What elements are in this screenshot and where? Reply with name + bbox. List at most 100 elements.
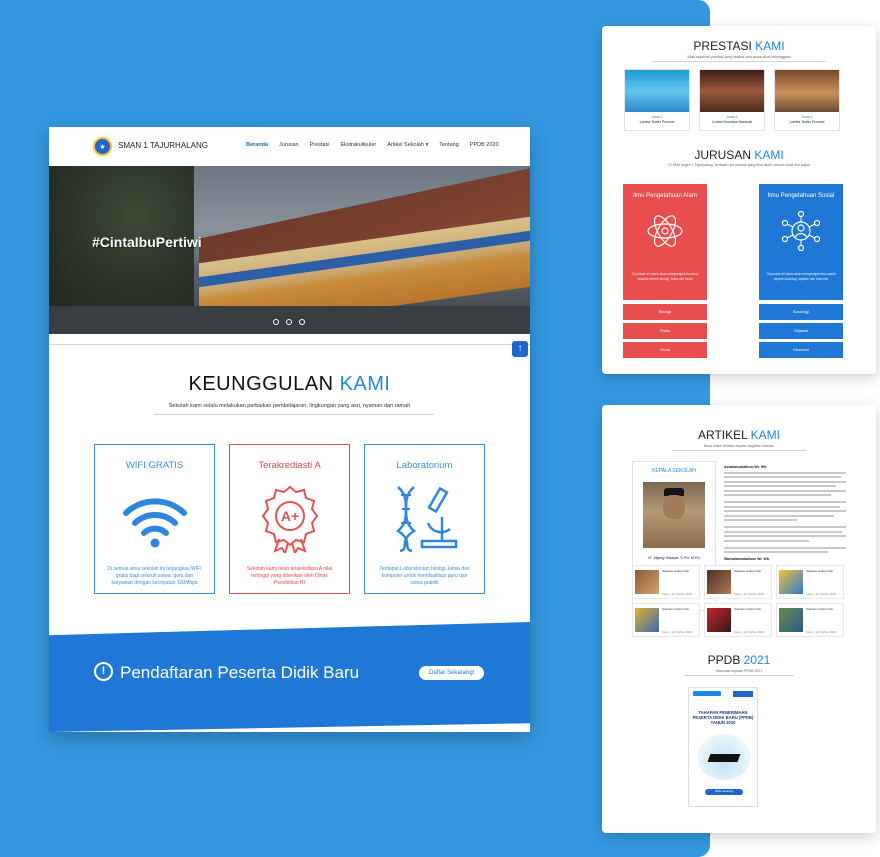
carousel-dot-1[interactable] xyxy=(273,319,279,325)
article-title: Sebelum kalian tahu xyxy=(734,607,762,611)
jurusan-ipa-card[interactable]: Ilmu Pengetahuan Alam Di jurusan ini kam… xyxy=(623,184,707,300)
prestasi-rank: Juara 1 xyxy=(651,115,663,119)
article-title: Sebelum kalian tahu xyxy=(734,569,762,573)
article-item[interactable]: Sebelum kalian tahu Kamis, 12 Oktober 20… xyxy=(632,565,700,599)
ppdb-title: PPDB 2021 xyxy=(602,653,876,667)
article-item[interactable]: Sebelum kalian tahu Kamis, 12 Oktober 20… xyxy=(776,603,844,637)
nav-item-artikel[interactable]: Artikel Sekolah ▾ xyxy=(387,142,428,148)
text-line xyxy=(724,485,837,487)
keunggulan-subtitle: Sekolah kami selalu melakukan perbaikan … xyxy=(168,403,411,409)
article-thumb xyxy=(779,608,803,632)
keunggulan-underline xyxy=(154,414,434,415)
atom-icon xyxy=(647,215,683,247)
kepala-closing: Wassalamualaikum Wr. Wb. xyxy=(724,557,770,561)
artikel-title: ARTIKEL KAMI xyxy=(602,428,876,442)
feature-title: Terakrediasti A xyxy=(258,460,321,471)
prestasi-title-b: KAMI xyxy=(755,39,785,53)
article-item[interactable]: Sebelum kalian tahu Kamis, 12 Oktober 20… xyxy=(704,565,772,599)
scroll-top-button[interactable]: ↑ xyxy=(512,341,528,357)
kepala-greeting: Assalamualaikum Wr. Wb. xyxy=(724,465,768,469)
prestasi-item[interactable]: Juara 1 Lomba Teater Provinsi xyxy=(624,69,690,131)
hero-carousel[interactable]: #CintaIbuPertiwi xyxy=(49,166,530,334)
wifi-icon xyxy=(122,498,187,548)
poster-header-right xyxy=(733,691,753,697)
jurusan-title-b: KAMI xyxy=(754,148,784,162)
article-meta: Kamis, 12 Oktober 2020 xyxy=(806,592,837,596)
hero-hashtag: #CintaIbuPertiwi xyxy=(92,234,202,250)
prestasi-title-a: PRESTASI xyxy=(693,39,756,53)
artikel-underline xyxy=(672,450,806,451)
article-item[interactable]: Sebelum kalian tahu Kamis, 12 Oktober 20… xyxy=(776,565,844,599)
feature-desc: Terdapat Laboratorium biologi, kimia dan… xyxy=(379,566,470,586)
nav-item-ekstrakulikuler[interactable]: Ekstrakulikuler xyxy=(340,142,376,148)
kepala-message: Assalamualaikum Wr. Wb. Wassalamualaikum… xyxy=(724,465,846,561)
feature-title: Laboratorium xyxy=(396,460,453,471)
ppdb-poster[interactable]: TAHAPAN PENERIMAAN PESERTA DIDIK BARU (P… xyxy=(688,687,758,807)
text-line xyxy=(724,476,842,478)
register-button[interactable]: Daftar Sekarang! xyxy=(419,666,485,680)
subject-button-sejarah[interactable]: Sejarah xyxy=(759,323,843,339)
prestasi-rank: Juara 1 xyxy=(801,115,813,119)
artikel-title-b: KAMI xyxy=(750,428,781,442)
prestasi-item[interactable]: Juara 1 Lomba Drumline Nasional xyxy=(699,69,765,131)
prestasi-event: Lomba Teater Provinsi xyxy=(639,120,675,124)
article-item[interactable]: Sebelum kalian tahu Kamis, 12 Oktober 20… xyxy=(632,603,700,637)
kepala-photo xyxy=(643,482,705,548)
subject-button-ekonomi[interactable]: Ekonomi xyxy=(759,342,843,358)
text-line xyxy=(724,530,843,533)
feature-card-wifi: WIFI GRATIS Di semua area sekolah ini te… xyxy=(94,444,215,594)
prestasi-item[interactable]: Juara 1 Lomba Teater Provinsi xyxy=(774,69,840,131)
prestasi-photo xyxy=(700,70,764,112)
prestasi-subtitle: Kilas sejumlah prestasi yang didapat ole… xyxy=(687,55,791,59)
prestasi-jurusan-card: PRESTASI KAMI Kilas sejumlah prestasi ya… xyxy=(602,26,876,374)
article-title: Sebelum kalian tahu xyxy=(806,607,834,611)
school-logo-icon[interactable]: ★ xyxy=(93,137,112,156)
text-line xyxy=(724,510,846,512)
text-line xyxy=(724,480,846,483)
prestasi-event: Lomba Drumline Nasional xyxy=(711,120,753,124)
text-line xyxy=(724,539,810,542)
text-line xyxy=(724,514,834,517)
prestasi-photo xyxy=(625,70,689,112)
article-title: Sebelum kalian tahu xyxy=(662,607,690,611)
ppdb-title-a: PPDB xyxy=(707,653,744,667)
kepala-label: KEPALA SEKOLAH xyxy=(652,468,696,474)
article-meta: Kamis, 12 Oktober 2020 xyxy=(734,592,765,596)
nav-item-jurusan[interactable]: Jurusan xyxy=(279,142,299,148)
subject-button-sosiologi[interactable]: Sosiologi xyxy=(759,304,843,320)
nav-menu: Beranda Jurusan Prestasi Ekstrakulikuler… xyxy=(246,142,499,148)
text-line xyxy=(724,535,846,537)
text-line xyxy=(724,471,846,474)
prestasi-photo xyxy=(775,70,839,112)
carousel-dot-2[interactable] xyxy=(286,319,292,325)
showcase-stage: ★ SMAN 1 TAJURHALANG Beranda Jurusan Pre… xyxy=(0,0,880,857)
jurusan-ips-title: Ilmu Pengetahuan Sosial xyxy=(767,193,835,199)
text-line xyxy=(724,551,828,553)
nav-item-ppdb[interactable]: PPDB 2020 xyxy=(470,142,499,148)
subject-button-fisika[interactable]: Fisika xyxy=(623,323,707,339)
carousel-dot-3[interactable] xyxy=(299,319,305,325)
nav-item-beranda[interactable]: Beranda xyxy=(246,142,268,148)
school-name[interactable]: SMAN 1 TAJURHALANG xyxy=(118,141,208,150)
ppdb-title-b: 2021 xyxy=(743,653,771,667)
artikel-ppdb-card: ARTIKEL KAMI Baca artikel terbaru seputa… xyxy=(602,405,876,833)
poster-header-left xyxy=(693,691,721,696)
poster-button-label: Daftar Sekarang xyxy=(714,790,734,793)
subject-button-kimia[interactable]: Kimia xyxy=(623,342,707,358)
prestasi-event: Lomba Teater Provinsi xyxy=(789,120,825,124)
text-line xyxy=(724,501,846,503)
kepala-name: H. Jajang Hidayat, S.Pd. M.Pd xyxy=(648,556,700,560)
lab-icon xyxy=(395,486,457,553)
article-meta: Kamis, 12 Oktober 2020 xyxy=(662,630,693,634)
jurusan-ips-card[interactable]: Ilmu Pengetahuan Sosial Di jurusan ini k… xyxy=(759,184,843,300)
article-meta: Kamis, 12 Oktober 2020 xyxy=(806,630,837,634)
feature-title: WIFI GRATIS xyxy=(125,460,184,471)
nav-item-prestasi[interactable]: Prestasi xyxy=(310,142,330,148)
poster-title: TAHAPAN PENERIMAAN PESERTA DIDIK BARU (P… xyxy=(692,710,754,725)
ppdb-subtitle: Informasi seputar PPDB 2021 xyxy=(715,669,763,673)
nav-item-tentang[interactable]: Tentang xyxy=(439,142,459,148)
jurusan-title: JURUSAN KAMI xyxy=(602,148,876,162)
article-item[interactable]: Sebelum kalian tahu Kamis, 12 Oktober 20… xyxy=(704,603,772,637)
network-people-icon xyxy=(781,210,821,252)
subject-button-biologi[interactable]: Biologi xyxy=(623,304,707,320)
